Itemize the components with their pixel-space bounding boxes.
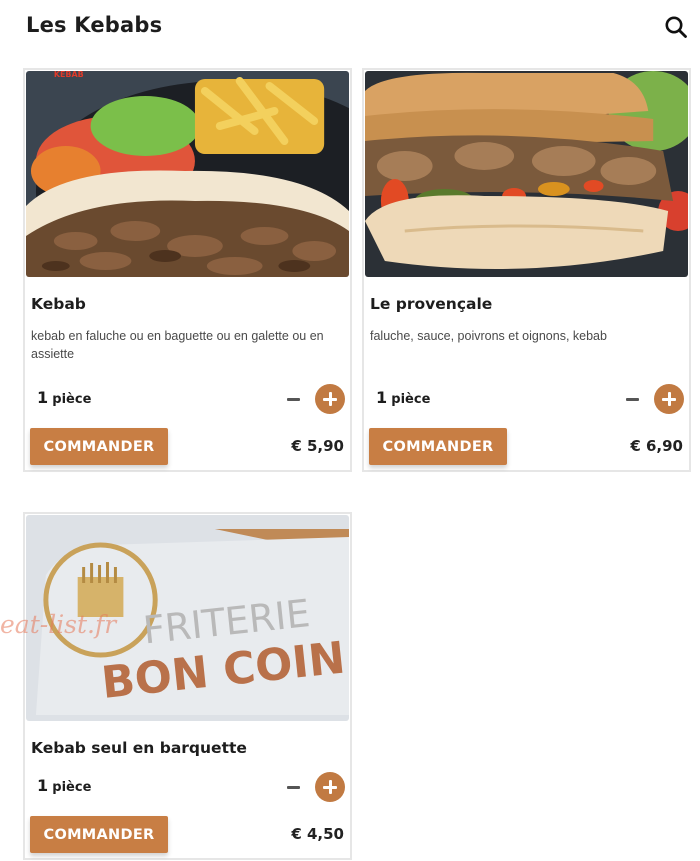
product-price: € 4,50 [291,825,344,843]
quantity-number: 1 [376,388,388,407]
order-button[interactable]: COMMANDER [30,816,168,853]
image-label-text: KEBAB [54,71,84,79]
quantity-display: 1 pièce [37,776,91,795]
product-name: Kebab seul en barquette [31,739,247,757]
product-name: Kebab [31,295,86,313]
order-button[interactable]: COMMANDER [369,428,507,465]
quantity-display: 1 pièce [37,388,91,407]
product-name: Le provençale [370,295,493,313]
watermark: eat-list.fr [0,610,117,639]
product-card-kebab-barquette: FRITERIE BON COIN Kebab seul en barquett… [23,512,352,860]
product-image-provencale [365,71,688,277]
minus-icon[interactable] [625,391,641,407]
product-card-provencale: Le provençale faluche, sauce, poivrons e… [362,68,691,472]
order-button[interactable]: COMMANDER [30,428,168,465]
product-image-kebab: KEBAB [26,71,349,277]
page-title: Les Kebabs [26,13,163,37]
quantity-unit: pièce [52,780,92,795]
quantity-unit: pièce [52,392,92,407]
plus-icon[interactable] [654,384,684,414]
plus-icon[interactable] [315,772,345,802]
quantity-number: 1 [37,388,49,407]
quantity-unit: pièce [391,392,431,407]
minus-icon[interactable] [286,779,302,795]
minus-icon[interactable] [286,391,302,407]
product-description: faluche, sauce, poivrons et oignons, keb… [370,329,607,343]
product-price: € 5,90 [291,437,344,455]
quantity-display: 1 pièce [376,388,430,407]
quantity-number: 1 [37,776,49,795]
product-card-kebab: KEBAB Kebab kebab en faluche ou en bague… [23,68,352,472]
product-price: € 6,90 [630,437,683,455]
product-description: kebab en faluche ou en baguette ou en ga… [31,329,324,361]
plus-icon[interactable] [315,384,345,414]
page-header: Les Kebabs [0,0,700,56]
search-icon[interactable] [663,14,689,40]
